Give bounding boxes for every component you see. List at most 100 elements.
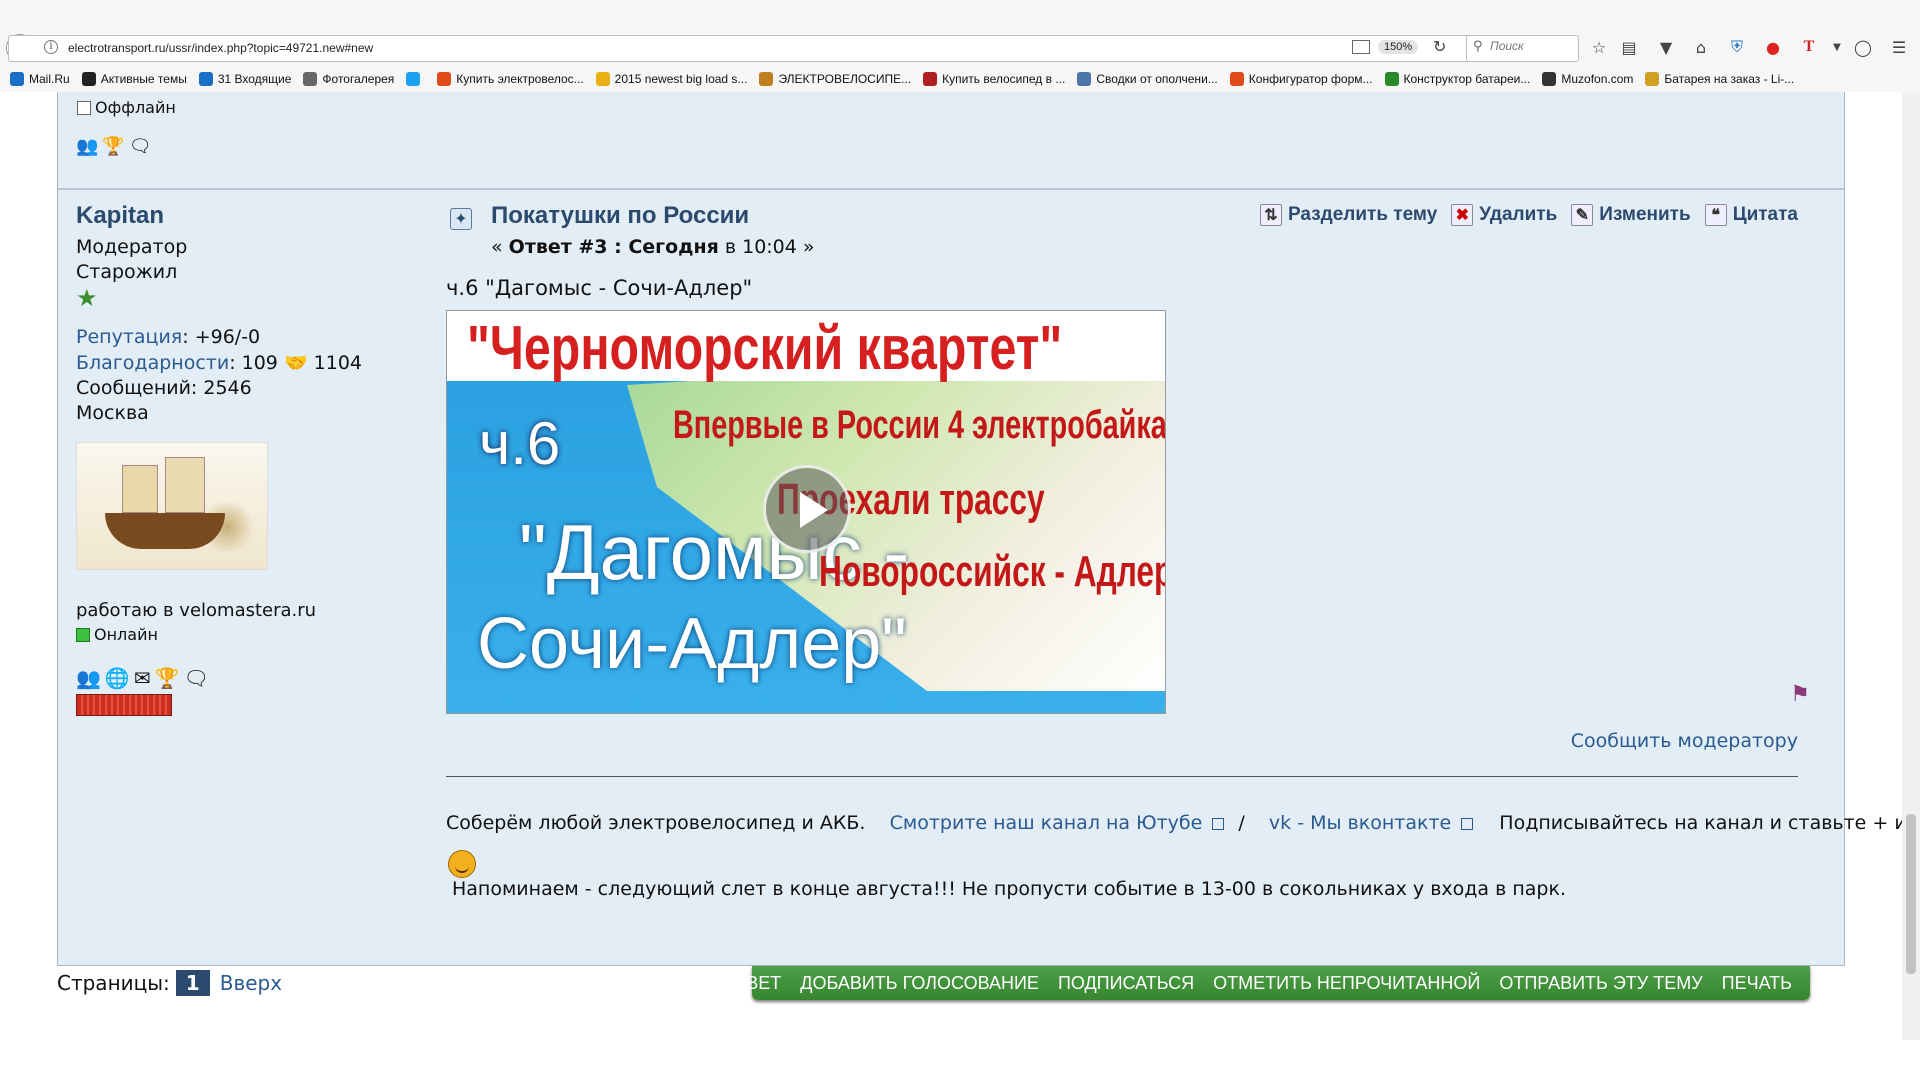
- library-icon[interactable]: ▤: [1618, 36, 1640, 58]
- bookmark-item[interactable]: Купить электровелос...: [437, 72, 584, 86]
- bookmark-item[interactable]: Конфигуратор форм...: [1229, 72, 1373, 86]
- subscribe-button[interactable]: ПОДПИСАТЬСЯ: [1058, 973, 1194, 994]
- bookmark-favicon-icon: [198, 72, 213, 86]
- bookmark-item[interactable]: Батарея на заказ - Li-...: [1645, 72, 1794, 86]
- bookmark-favicon-icon: [1542, 72, 1557, 86]
- offline-status: Оффлайн: [77, 98, 176, 117]
- zoom-level[interactable]: 150%: [1378, 40, 1419, 54]
- bookmark-favicon-icon: [595, 72, 610, 86]
- post-actions: ⇅ Разделить тему ✖ Удалить ✎ Изменить ❝ Цита…: [1259, 204, 1798, 226]
- play-button[interactable]: [763, 465, 851, 553]
- profile-icon[interactable]: 👥: [76, 666, 101, 690]
- reader-view-icon[interactable]: [1352, 40, 1370, 54]
- post-meta: « Ответ #3 : Сегодня в 10:04 »: [491, 236, 815, 258]
- adblock-icon[interactable]: ●: [1762, 36, 1784, 58]
- bookmark-item[interactable]: [406, 72, 425, 86]
- profile-icon[interactable]: 👥: [76, 136, 98, 157]
- print-button[interactable]: ПЕЧАТЬ: [1722, 973, 1792, 994]
- menu-icon[interactable]: ☰: [1888, 36, 1910, 58]
- translate-icon[interactable]: T: [1798, 36, 1820, 58]
- website-globe-icon[interactable]: 🌐: [105, 666, 130, 690]
- signature-divider: [446, 776, 1798, 777]
- info-icon[interactable]: i: [44, 40, 58, 54]
- award-icon[interactable]: 🏆: [102, 136, 124, 157]
- bookmark-label: Купить электровелос...: [456, 72, 584, 86]
- vk-link[interactable]: vk - Мы вконтакте: [1269, 812, 1451, 834]
- post-title[interactable]: Покатушки по России: [491, 202, 749, 230]
- bookmark-item[interactable]: Активные темы: [81, 72, 187, 86]
- page-content: Оффлайн 👥 🏆 🗨 Kapitan Модератор Старожил…: [0, 92, 1920, 1080]
- online-indicator-icon: [76, 627, 90, 642]
- bookmark-star-icon[interactable]: ☆: [1588, 36, 1610, 58]
- video-caption: Впервые в России 4 электробайка: [673, 403, 1166, 447]
- author-rank: Старожил: [76, 261, 178, 283]
- meta-reply[interactable]: Ответ #3 : Сегодня: [509, 236, 719, 258]
- search-input[interactable]: [1490, 39, 1574, 53]
- comment-icon[interactable]: 🗨: [129, 136, 152, 157]
- bookmark-item[interactable]: 31 Входящие: [198, 72, 291, 86]
- url-text[interactable]: electrotransport.ru/ussr/index.php?topic…: [68, 41, 373, 55]
- bookmark-item[interactable]: Mail.Ru: [10, 72, 70, 86]
- scrollbar-thumb[interactable]: [1906, 814, 1916, 974]
- reputation-label[interactable]: Репутация: [76, 326, 182, 348]
- pocket-icon[interactable]: ▼: [1655, 36, 1677, 58]
- quote-button[interactable]: ❝ Цитата: [1704, 204, 1798, 226]
- online-label: Онлайн: [94, 625, 158, 644]
- edit-button[interactable]: ✎ Изменить: [1571, 204, 1691, 226]
- send-topic-button[interactable]: ОТПРАВИТЬ ЭТУ ТЕМУ: [1499, 973, 1702, 994]
- video-name: Сочи-Адлер": [477, 604, 907, 684]
- handshake-icon: 🤝: [283, 352, 308, 374]
- topic-button-bar: ОТВЕТ ДОБАВИТЬ ГОЛОСОВАНИЕ ПОДПИСАТЬСЯ О…: [721, 966, 1810, 1000]
- author-messages: Сообщений: 2546: [76, 377, 252, 399]
- bookmark-label: Фотогалерея: [322, 72, 395, 86]
- external-link-icon: [1212, 818, 1225, 830]
- meta-time: в 10:04 »: [718, 236, 815, 258]
- go-top-link[interactable]: Вверх: [220, 971, 282, 995]
- youtube-link[interactable]: Смотрите наш канал на Ютубе: [890, 812, 1203, 834]
- delete-label: Удалить: [1479, 204, 1558, 225]
- bookmark-label: Mail.Ru: [29, 72, 70, 86]
- reload-icon[interactable]: ↻: [1433, 37, 1446, 56]
- online-status: Онлайн: [76, 625, 366, 644]
- karma-bar: [76, 694, 172, 716]
- avatar-ship-hull: [105, 513, 225, 549]
- report-icon[interactable]: ⚑: [1790, 682, 1810, 707]
- bookmark-item[interactable]: Купить велосипед в ...: [923, 72, 1065, 86]
- add-poll-button[interactable]: ДОБАВИТЬ ГОЛОСОВАНИЕ: [800, 973, 1039, 994]
- split-topic-label: Разделить тему: [1287, 204, 1438, 225]
- bookmark-favicon-icon: [1645, 72, 1660, 86]
- home-icon[interactable]: ⌂: [1690, 36, 1712, 58]
- bookmark-item[interactable]: 2015 newest big load s...: [595, 72, 747, 86]
- bookmark-item[interactable]: Сводки от ополчени...: [1077, 72, 1218, 86]
- offline-indicator-icon: [77, 100, 91, 115]
- bookmark-item[interactable]: ЭЛЕКТРОВЕЛОСИПЕ...: [759, 72, 911, 86]
- comment-icon[interactable]: 🗨: [183, 666, 208, 690]
- post-icon: ✦: [450, 208, 472, 230]
- bookmark-label: Сводки от ополчени...: [1096, 72, 1218, 86]
- report-moderator-link[interactable]: Сообщить модератору: [1571, 730, 1798, 752]
- author-thanks: Благодарности: 109 🤝 1104: [76, 351, 366, 374]
- split-icon: ⇅: [1259, 204, 1282, 226]
- reply-button[interactable]: ОТВЕТ: [721, 973, 781, 994]
- chevron-down-icon[interactable]: ▼: [1826, 36, 1848, 58]
- quote-label: Цитата: [1732, 204, 1798, 225]
- bookmark-item[interactable]: Muzofon.com: [1542, 72, 1633, 86]
- award-icon[interactable]: 🏆: [155, 666, 180, 690]
- bookmark-favicon-icon: [1384, 72, 1399, 86]
- bookmark-item[interactable]: Фотогалерея: [303, 72, 394, 86]
- mark-unread-button[interactable]: ОТМЕТИТЬ НЕПРОЧИТАННОЙ: [1213, 973, 1480, 994]
- current-page[interactable]: 1: [175, 970, 210, 996]
- sync-icon[interactable]: ◯: [1852, 36, 1874, 58]
- shield-icon[interactable]: ⛨: [1726, 36, 1748, 58]
- bookmark-item[interactable]: Конструктор батареи...: [1384, 72, 1530, 86]
- split-topic-button[interactable]: ⇅ Разделить тему: [1259, 204, 1438, 226]
- forum-panel: Оффлайн 👥 🏆 🗨 Kapitan Модератор Старожил…: [57, 92, 1920, 966]
- video-embed[interactable]: "Черноморский квартет" Впервые в России …: [446, 310, 1166, 714]
- author-name[interactable]: Kapitan: [76, 202, 366, 230]
- email-icon[interactable]: ✉: [134, 666, 151, 690]
- thanks-label[interactable]: Благодарности: [76, 352, 229, 374]
- delete-button[interactable]: ✖ Удалить: [1451, 204, 1557, 226]
- author-column: Kapitan Модератор Старожил ★ Репутация: …: [76, 202, 366, 716]
- signature-text: Соберём любой электровелосипед и АКБ.: [446, 812, 866, 834]
- bookmark-favicon-icon: [81, 72, 96, 86]
